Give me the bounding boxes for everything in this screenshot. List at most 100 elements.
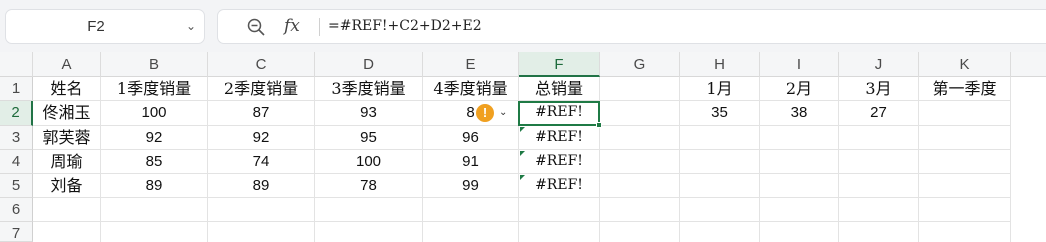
column-header-h[interactable]: H <box>680 52 760 77</box>
cell-f5[interactable]: #REF! <box>519 174 600 198</box>
cell-c4[interactable]: 74 <box>208 150 315 174</box>
column-header-j[interactable]: J <box>839 52 919 77</box>
cell-f2[interactable]: #REF! <box>519 101 600 126</box>
select-all-corner[interactable] <box>0 52 33 77</box>
cell-k4[interactable] <box>919 150 1011 174</box>
cell-i7[interactable] <box>760 222 839 242</box>
cell-d5[interactable]: 78 <box>315 174 423 198</box>
cell-d6[interactable] <box>315 198 423 222</box>
cell-b3[interactable]: 92 <box>101 126 208 150</box>
cell-d1[interactable]: 3季度销量 <box>315 77 423 101</box>
cell-e6[interactable] <box>423 198 519 222</box>
zoom-out-icon[interactable] <box>246 17 266 37</box>
cell-i3[interactable] <box>760 126 839 150</box>
row-header-6[interactable]: 6 <box>0 198 33 222</box>
cell-c2[interactable]: 87 <box>208 101 315 126</box>
cell-a5[interactable]: 刘备 <box>33 174 101 198</box>
cell-c7[interactable] <box>208 222 315 242</box>
cell-e4[interactable]: 91 <box>423 150 519 174</box>
row-header-1[interactable]: 1 <box>0 77 33 101</box>
warning-icon[interactable]: ! <box>476 104 494 122</box>
formula-input-container[interactable]: fx =#REF!+C2+D2+E2 <box>217 9 1046 44</box>
column-header-e[interactable]: E <box>423 52 519 77</box>
column-header-k[interactable]: K <box>919 52 1011 77</box>
cell-j6[interactable] <box>839 198 919 222</box>
name-box[interactable]: F2 ⌄ <box>5 9 205 44</box>
cell-a4[interactable]: 周瑜 <box>33 150 101 174</box>
cell-a3[interactable]: 郭芙蓉 <box>33 126 101 150</box>
cell-j1[interactable]: 3月 <box>839 77 919 101</box>
cell-j7[interactable] <box>839 222 919 242</box>
cell-f6[interactable] <box>519 198 600 222</box>
column-header-d[interactable]: D <box>315 52 423 77</box>
cell-b5[interactable]: 89 <box>101 174 208 198</box>
cell-f1[interactable]: 总销量 <box>519 77 600 101</box>
cell-b4[interactable]: 85 <box>101 150 208 174</box>
cell-h5[interactable] <box>680 174 760 198</box>
row-header-3[interactable]: 3 <box>0 126 33 150</box>
cell-k6[interactable] <box>919 198 1011 222</box>
cell-b7[interactable] <box>101 222 208 242</box>
cell-b1[interactable]: 1季度销量 <box>101 77 208 101</box>
cell-c6[interactable] <box>208 198 315 222</box>
function-icon[interactable]: fx <box>284 10 300 43</box>
cell-d3[interactable]: 95 <box>315 126 423 150</box>
cell-i5[interactable] <box>760 174 839 198</box>
cell-e5[interactable]: 99 <box>423 174 519 198</box>
cell-e3[interactable]: 96 <box>423 126 519 150</box>
cell-k5[interactable] <box>919 174 1011 198</box>
cell-k3[interactable] <box>919 126 1011 150</box>
cell-h6[interactable] <box>680 198 760 222</box>
cell-c5[interactable]: 89 <box>208 174 315 198</box>
cell-j4[interactable] <box>839 150 919 174</box>
cell-i4[interactable] <box>760 150 839 174</box>
cell-g7[interactable] <box>600 222 680 242</box>
cell-j2[interactable]: 27 <box>839 101 919 126</box>
cell-d7[interactable] <box>315 222 423 242</box>
cell-g1[interactable] <box>600 77 680 101</box>
row-header-4[interactable]: 4 <box>0 150 33 174</box>
cell-f3[interactable]: #REF! <box>519 126 600 150</box>
cell-a7[interactable] <box>33 222 101 242</box>
chevron-down-icon[interactable]: ⌄ <box>499 103 507 123</box>
cell-h2[interactable]: 35 <box>680 101 760 126</box>
error-indicator[interactable]: ! ⌄ <box>474 103 518 123</box>
cell-j5[interactable] <box>839 174 919 198</box>
cell-f7[interactable] <box>519 222 600 242</box>
row-header-5[interactable]: 5 <box>0 174 33 198</box>
cell-i2[interactable]: 38 <box>760 101 839 126</box>
cell-k7[interactable] <box>919 222 1011 242</box>
cell-f4[interactable]: #REF! <box>519 150 600 174</box>
cell-a6[interactable] <box>33 198 101 222</box>
row-header-2[interactable]: 2 <box>0 101 33 126</box>
cell-k2[interactable] <box>919 101 1011 126</box>
cell-b6[interactable] <box>101 198 208 222</box>
column-header-g[interactable]: G <box>600 52 680 77</box>
cell-e1[interactable]: 4季度销量 <box>423 77 519 101</box>
cell-g5[interactable] <box>600 174 680 198</box>
cell-h3[interactable] <box>680 126 760 150</box>
cell-g2[interactable] <box>600 101 680 126</box>
cell-d2[interactable]: 93 <box>315 101 423 126</box>
column-header-a[interactable]: A <box>33 52 101 77</box>
chevron-down-icon[interactable]: ⌄ <box>186 10 196 43</box>
cell-k1[interactable]: 第一季度 <box>919 77 1011 101</box>
cell-h4[interactable] <box>680 150 760 174</box>
cell-a2[interactable]: 佟湘玉 <box>33 101 101 126</box>
row-header-7[interactable]: 7 <box>0 222 33 242</box>
cell-g4[interactable] <box>600 150 680 174</box>
column-header-b[interactable]: B <box>101 52 208 77</box>
cell-i1[interactable]: 2月 <box>760 77 839 101</box>
cell-h1[interactable]: 1月 <box>680 77 760 101</box>
cell-c1[interactable]: 2季度销量 <box>208 77 315 101</box>
cell-d4[interactable]: 100 <box>315 150 423 174</box>
cell-h7[interactable] <box>680 222 760 242</box>
formula-input[interactable]: =#REF!+C2+D2+E2 <box>328 10 482 43</box>
cell-c3[interactable]: 92 <box>208 126 315 150</box>
cell-j3[interactable] <box>839 126 919 150</box>
column-header-f[interactable]: F <box>519 52 600 77</box>
cell-a1[interactable]: 姓名 <box>33 77 101 101</box>
cell-g3[interactable] <box>600 126 680 150</box>
cell-i6[interactable] <box>760 198 839 222</box>
cell-e7[interactable] <box>423 222 519 242</box>
